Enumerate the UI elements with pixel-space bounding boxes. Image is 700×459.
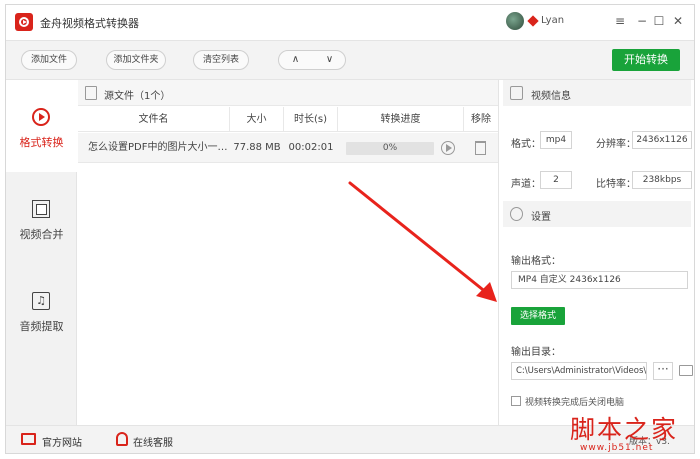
right-panel: 视频信息 格式： mp4 分辨率： 2436x1126 声道： 2 比特率： 2… [498,80,694,425]
settings-header: 设置 [503,201,691,227]
file-duration-cell: 00:02:01 [288,142,334,153]
minimize-icon[interactable]: − [634,12,650,30]
folder-icon[interactable] [679,365,693,376]
app-window: 金舟视频格式转换器 Lyan ≡ − ☐ ✕ 添加文件 添加文件夹 清空列表 ∧… [5,4,695,454]
sidebar-item-audio-extract[interactable]: ♫ 音频提取 [6,264,77,356]
music-note-icon: ♫ [32,292,50,310]
bitrate-value: 238kbps [632,171,692,189]
format-value: mp4 [540,131,572,149]
video-info-title: 视频信息 [531,91,571,102]
conversion-progress-bar: 0% [346,142,434,155]
shutdown-checkbox[interactable] [511,396,521,406]
app-logo-icon [15,13,33,31]
resolution-label: 分辨率： [596,139,636,150]
start-convert-button[interactable]: 开始转换 [612,49,680,71]
vip-badge-icon [527,15,539,27]
add-file-button[interactable]: 添加文件 [21,50,77,70]
file-name-cell: 怎么设置PDF中的图片大小一… [88,142,228,153]
sidebar-item-video-merge[interactable]: 视频合并 [6,172,77,264]
watermark-text: 脚本之家 [570,415,679,444]
output-dir-field[interactable]: C:\Users\Administrator\Videos\ [511,362,647,380]
column-header-duration: 时长(s) [284,107,338,132]
move-up-icon[interactable]: ∧ [279,51,312,69]
source-files-title: 源文件（1个） [104,91,171,102]
official-website-link[interactable]: 官方网站 [42,434,82,449]
reorder-buttons: ∧ ∨ [278,50,346,70]
bitrate-label: 比特率： [596,179,636,190]
source-files-header: 源文件（1个） [78,80,498,106]
channels-value: 2 [540,171,572,189]
preview-play-icon[interactable] [441,141,455,155]
title-bar: 金舟视频格式转换器 Lyan ≡ − ☐ ✕ [6,5,694,39]
column-header-progress: 转换进度 [338,107,464,132]
output-dir-label: 输出目录： [511,347,561,358]
sidebar-item-format-convert[interactable]: 格式转换 [6,80,77,172]
video-info-icon [510,86,523,100]
support-agent-icon[interactable] [116,432,128,446]
clear-list-button[interactable]: 清空列表 [193,50,249,70]
move-down-icon[interactable]: ∨ [313,51,346,69]
sidebar-item-label: 格式转换 [19,136,64,149]
column-header-remove: 移除 [471,114,491,125]
maximize-icon[interactable]: ☐ [651,12,667,30]
settings-title: 设置 [531,212,551,223]
add-folder-button[interactable]: 添加文件夹 [106,50,166,70]
file-list-area: 源文件（1个） 文件名 大小 时长(s) 转换进度 移除 怎么设置PDF中的图片… [78,80,498,425]
sidebar-item-label: 音频提取 [19,320,64,333]
file-icon [85,86,97,100]
browse-button[interactable]: ··· [653,362,673,380]
username[interactable]: Lyan [541,15,564,26]
close-icon[interactable]: ✕ [670,12,686,30]
format-label: 格式： [511,139,541,150]
gear-icon [510,207,523,221]
app-title: 金舟视频格式转换器 [40,17,139,30]
online-support-link[interactable]: 在线客服 [133,434,173,449]
sidebar: 格式转换 视频合并 ♫ 音频提取 [6,80,77,425]
select-format-button[interactable]: 选择格式 [511,307,565,325]
column-header-name: 文件名 [78,107,230,132]
output-format-label: 输出格式： [511,256,561,267]
channels-label: 声道： [511,179,541,190]
sidebar-item-label: 视频合并 [19,228,64,241]
table-header: 文件名 大小 时长(s) 转换进度 移除 [78,107,498,132]
monitor-icon[interactable] [21,433,36,445]
watermark-url: www.jb51.net [580,443,654,453]
play-circle-icon [32,108,50,126]
table-row[interactable]: 怎么设置PDF中的图片大小一… 77.88 MB 00:02:01 0% [78,133,498,163]
site-watermark: 脚本之家 www.jb51.net [560,410,696,456]
resolution-value: 2436x1126 [632,131,692,149]
file-size-cell: 77.88 MB [233,142,281,153]
trash-icon[interactable] [475,141,486,155]
shutdown-label[interactable]: 视频转换完成后关闭电脑 [525,395,624,408]
video-info-header: 视频信息 [503,80,691,106]
column-header-size: 大小 [230,107,284,132]
toolbar: 添加文件 添加文件夹 清空列表 ∧ ∨ 开始转换 [6,40,694,80]
merge-icon [32,200,50,218]
user-avatar[interactable] [506,12,524,30]
output-format-field: MP4 自定义 2436x1126 [511,271,688,289]
menu-icon[interactable]: ≡ [612,12,628,30]
